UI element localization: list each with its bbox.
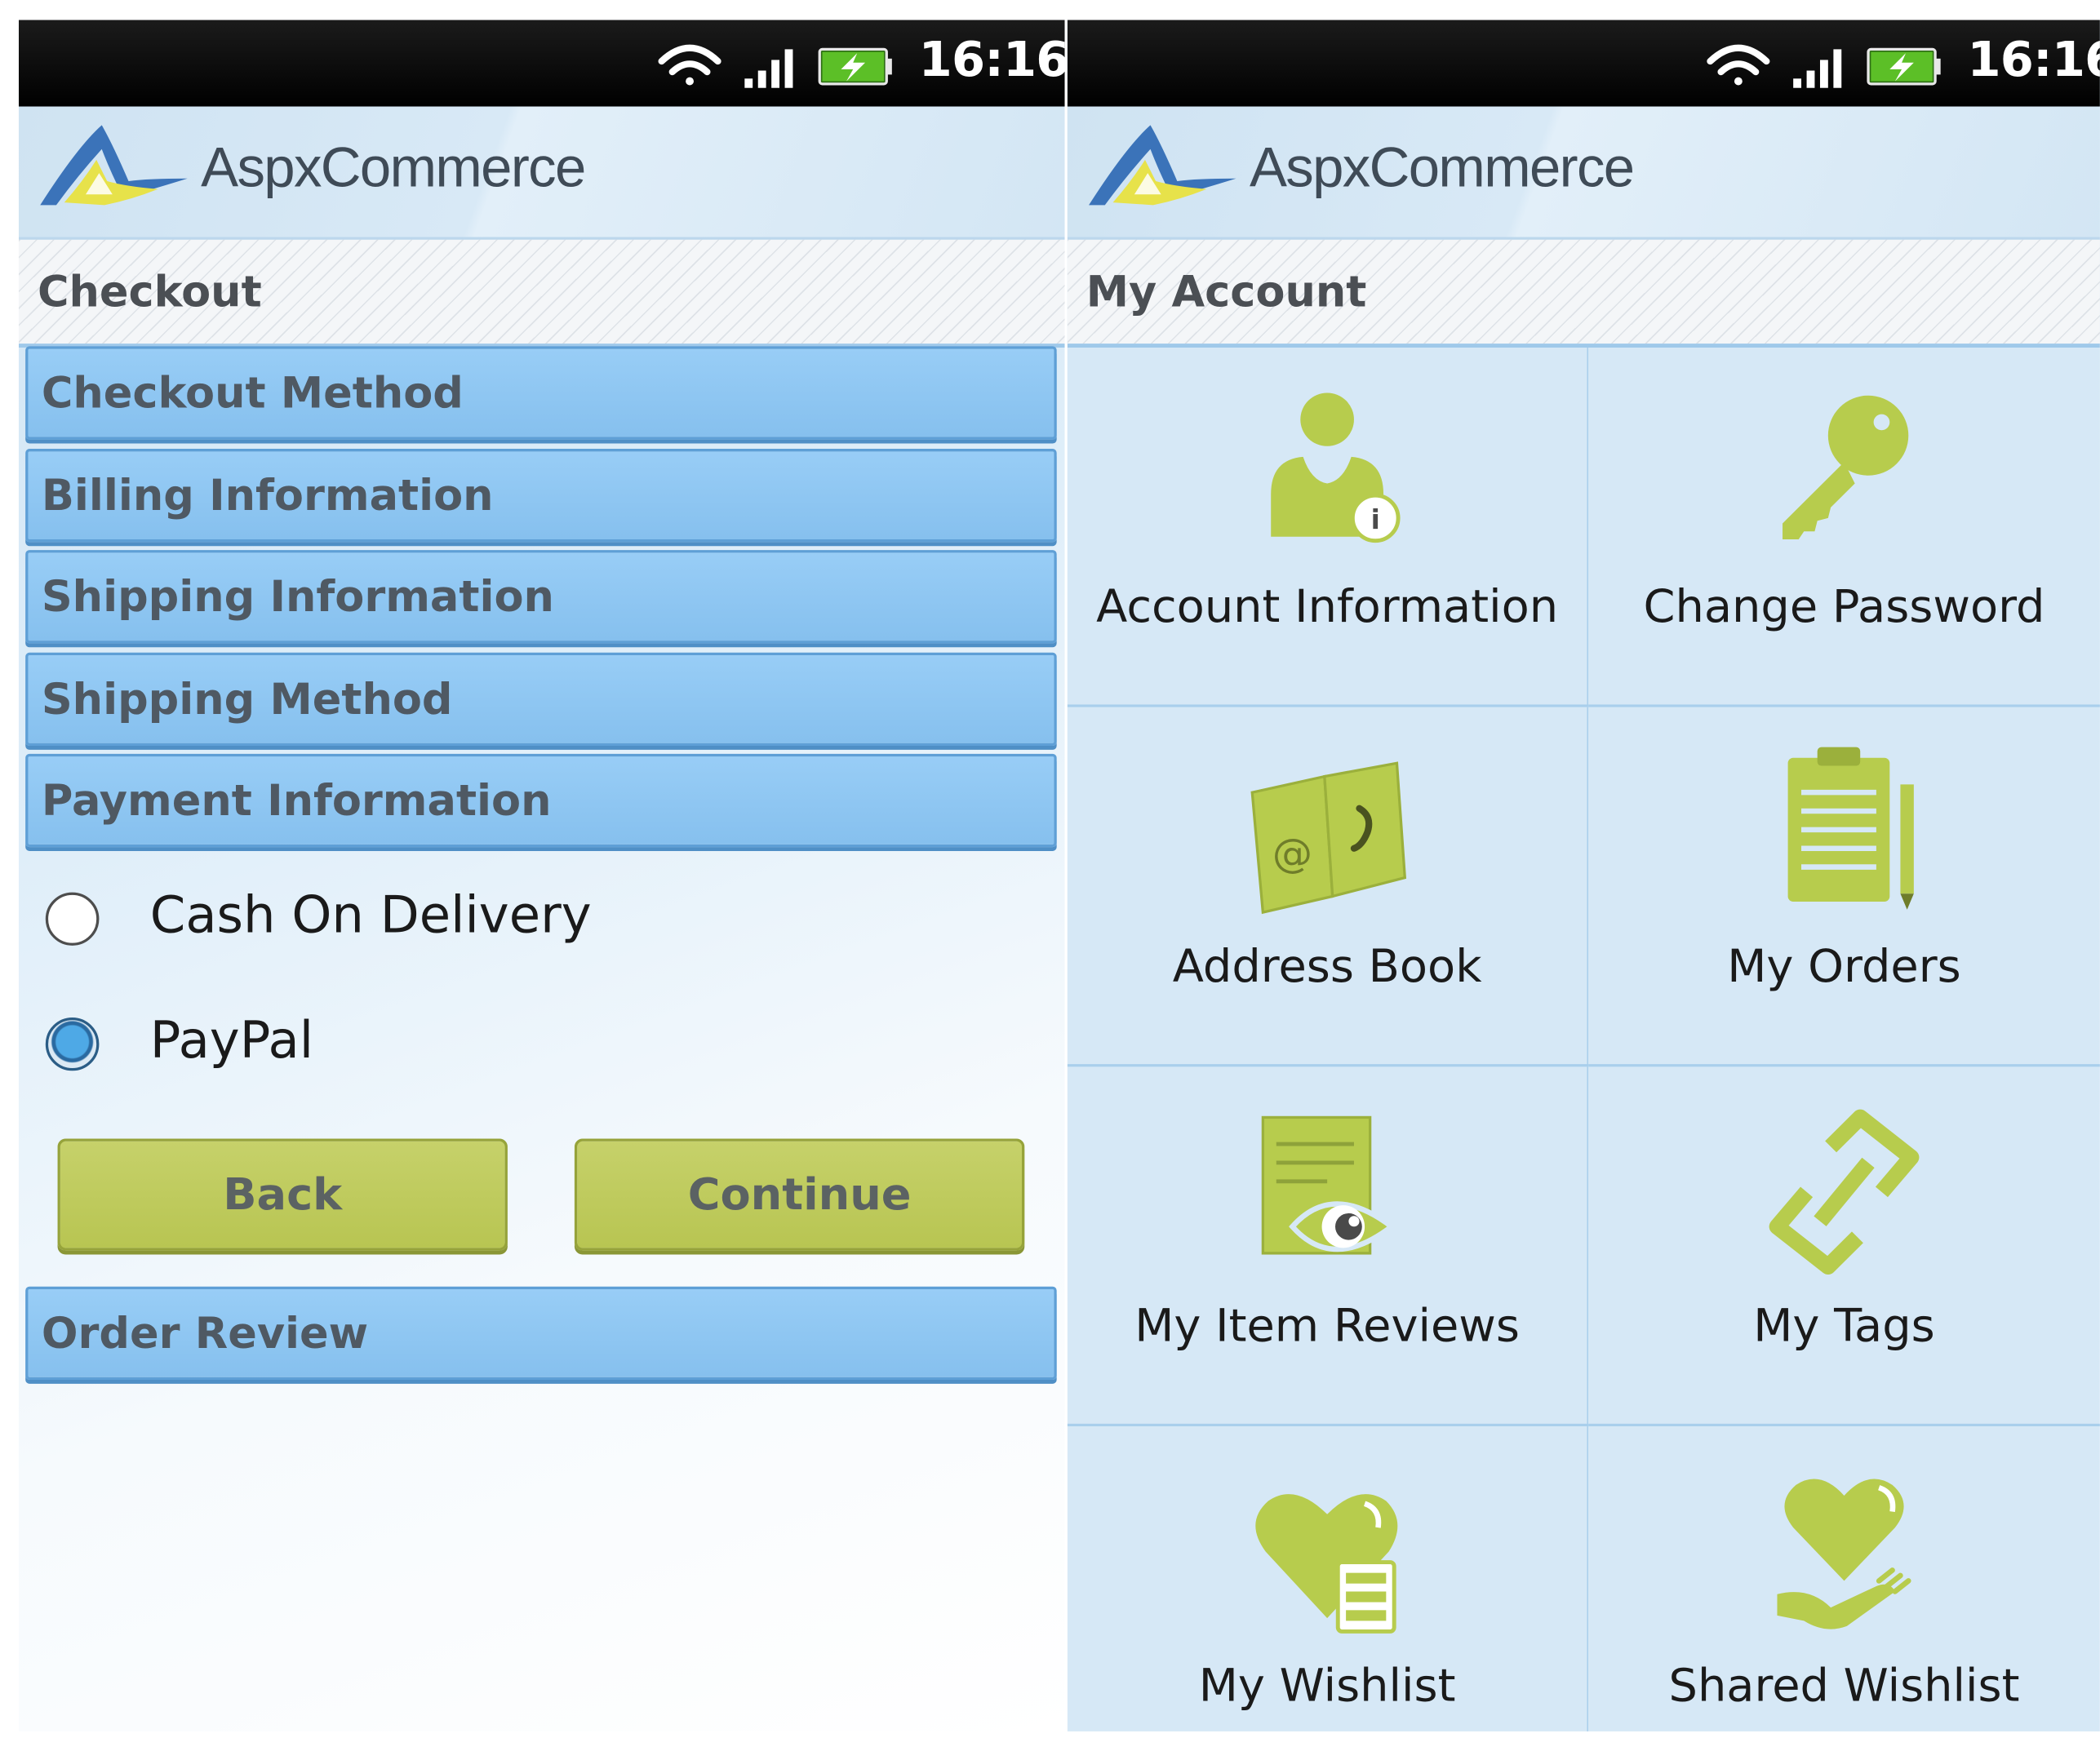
aspx-logo-icon [1089,125,1236,206]
clock: 16:16 [1967,33,2099,88]
signal-icon [1793,49,1842,88]
wifi-icon [658,44,721,86]
section-label: Shipping Method [41,673,453,725]
address-book-icon: @ [1250,761,1407,915]
section-label: Shipping Information [41,571,554,623]
aspx-logo-icon [40,125,188,206]
tile-my-tags[interactable]: My Tags [1588,1066,2100,1427]
section-checkout-method[interactable]: Checkout Method [25,346,1057,440]
status-icons [658,44,892,88]
battery-icon [1867,47,1941,86]
my-account-screen: 16:16 AspxCommerce My Account i Account … [1067,20,2100,1731]
tile-label: Change Password [1643,580,2045,634]
payment-option-label: PayPal [149,1010,314,1070]
section-shipping-information[interactable]: Shipping Information [25,550,1057,644]
radio-button[interactable] [45,892,100,946]
section-label: Order Review [41,1307,369,1359]
section-payment-information[interactable]: Payment Information [25,753,1057,848]
payment-option-label: Cash On Delivery [149,885,592,945]
section-label: Payment Information [41,774,552,826]
radio-button-selected[interactable] [45,1018,100,1071]
page-title: Checkout [37,266,262,317]
section-billing-information[interactable]: Billing Information [25,449,1057,543]
clock: 16:16 [918,33,1065,88]
tile-change-password[interactable]: Change Password [1588,348,2100,707]
svg-text:i: i [1371,504,1380,535]
heart-hand-icon [1777,1479,1911,1629]
svg-text:@: @ [1272,830,1312,877]
tile-address-book[interactable]: @ Address Book [1067,707,1589,1067]
tile-account-information[interactable]: i Account Information [1067,348,1589,707]
status-bar: 16:16 [18,20,1065,107]
tile-label: Shared Wishlist [1668,1659,2020,1714]
signal-icon [744,49,793,88]
back-button[interactable]: Back [57,1138,508,1251]
app-logo-text: AspxCommerce [1249,135,1635,199]
heart-list-icon [1255,1494,1398,1634]
tag-link-icon [1769,1109,1920,1275]
continue-button[interactable]: Continue [574,1138,1025,1251]
page-title-bar: My Account [1067,239,2100,348]
tile-shared-wishlist[interactable]: Shared Wishlist [1588,1426,2100,1731]
tile-my-wishlist[interactable]: My Wishlist [1067,1426,1589,1731]
tile-label: My Tags [1753,1300,1935,1354]
tile-label: Account Information [1096,580,1559,634]
review-eye-icon [1261,1115,1396,1255]
section-order-review[interactable]: Order Review [25,1286,1057,1380]
wifi-icon [1707,44,1770,86]
app-header: AspxCommerce [18,106,1065,240]
key-icon [1783,395,1909,540]
page-title-bar: Checkout [18,239,1065,348]
section-label: Checkout Method [41,367,464,419]
tile-my-item-reviews[interactable]: My Item Reviews [1067,1066,1589,1427]
user-info-icon: i [1271,392,1401,543]
section-shipping-method[interactable]: Shipping Method [25,652,1057,747]
checkout-screen: 16:16 AspxCommerce Checkout Checkout Met… [18,20,1065,1731]
tile-label: Address Book [1172,940,1482,994]
status-bar: 16:16 [1067,20,2100,107]
status-icons [1707,44,1941,88]
tile-label: My Item Reviews [1134,1300,1521,1354]
tile-my-orders[interactable]: My Orders [1588,707,2100,1067]
tile-label: My Orders [1727,940,1961,994]
clipboard-icon [1787,747,1914,910]
app-header: AspxCommerce [1067,106,2100,240]
battery-icon [818,47,892,86]
tile-label: My Wishlist [1198,1659,1456,1714]
page-title: My Account [1086,266,1367,317]
app-logo-text: AspxCommerce [201,135,586,199]
section-label: Billing Information [41,470,494,521]
